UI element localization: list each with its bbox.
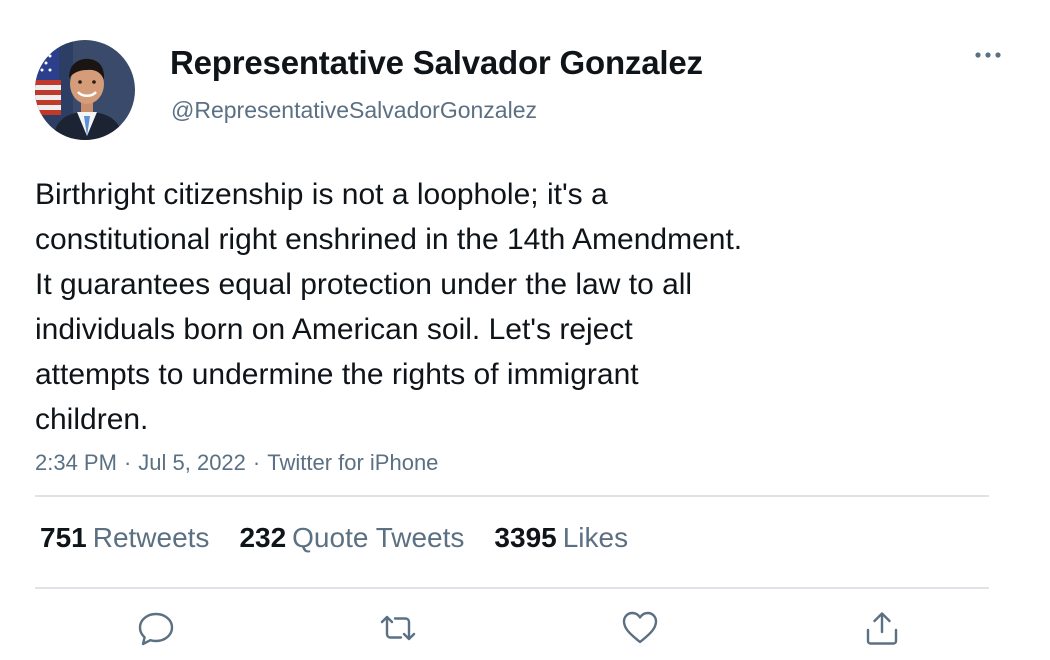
meta-separator: · — [252, 450, 261, 475]
tweet-time[interactable]: 2:34 PM — [35, 450, 117, 475]
retweet-icon — [380, 615, 416, 641]
tweet-text: Birthright citizenship is not a loophole… — [35, 178, 743, 436]
retweets-stat[interactable]: 751 Retweets — [40, 522, 209, 554]
avatar[interactable] — [35, 40, 135, 140]
likes-count: 3395 — [494, 522, 557, 553]
share-button[interactable] — [862, 608, 902, 648]
heart-icon — [622, 611, 658, 644]
quote-tweets-count: 232 — [239, 522, 287, 553]
tweet-date[interactable]: Jul 5, 2022 — [138, 450, 246, 475]
retweets-count: 751 — [40, 522, 87, 553]
likes-label: Likes — [562, 522, 629, 553]
tweet-source[interactable]: Twitter for iPhone — [267, 450, 438, 475]
avatar-image — [35, 40, 135, 140]
share-icon — [866, 612, 898, 645]
display-name[interactable]: Representative Salvador Gonzalez — [170, 44, 703, 82]
retweets-label: Retweets — [92, 522, 210, 553]
flag-stripes — [35, 48, 61, 115]
tweet-metadata: 2:34 PM · Jul 5, 2022 · Twitter for iPhone — [35, 450, 438, 476]
tweet-card: Representative Salvador Gonzalez @Repres… — [0, 0, 1050, 660]
likes-stat[interactable]: 3395 Likes — [494, 522, 628, 554]
reply-button[interactable] — [136, 608, 176, 648]
quote-tweets-label: Quote Tweets — [292, 522, 465, 553]
engagement-stats: 751 Retweets 232 Quote Tweets 3395 Likes — [40, 522, 658, 554]
divider — [35, 495, 989, 497]
more-horizontal-icon — [975, 52, 1001, 58]
meta-separator: · — [123, 450, 132, 475]
like-button[interactable] — [620, 608, 660, 648]
more-options-button[interactable] — [970, 40, 1006, 70]
retweet-button[interactable] — [378, 608, 418, 648]
reply-icon — [138, 612, 174, 646]
quote-tweets-stat[interactable]: 232 Quote Tweets — [239, 522, 464, 554]
divider — [35, 587, 989, 589]
user-handle[interactable]: @RepresentativeSalvadorGonzalez — [171, 97, 537, 124]
